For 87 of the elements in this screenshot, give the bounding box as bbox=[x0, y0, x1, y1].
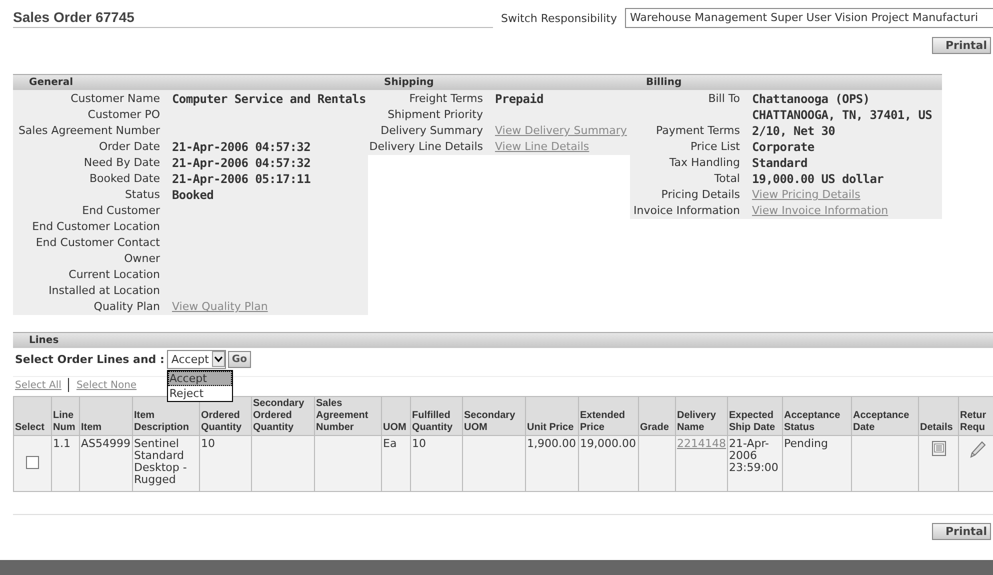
column-header: UOM bbox=[382, 396, 410, 436]
field-link[interactable]: View Invoice Information bbox=[752, 204, 888, 217]
field-label: Booked Date bbox=[89, 172, 160, 185]
section-header: Shipping bbox=[368, 74, 630, 90]
column-header: Unit Price bbox=[526, 396, 578, 436]
column-header: Details bbox=[918, 396, 958, 436]
field-label: Need By Date bbox=[84, 156, 160, 169]
field-label: Pricing Details bbox=[661, 188, 740, 201]
printable-button[interactable]: Printal bbox=[932, 37, 991, 54]
field-link[interactable]: View Line Details bbox=[495, 140, 590, 153]
field-label: Freight Terms bbox=[409, 92, 483, 105]
table-cell: 19,000.00 bbox=[580, 437, 636, 450]
go-button[interactable]: Go bbox=[228, 350, 251, 368]
page-title: Sales Order 67745 bbox=[13, 8, 134, 24]
field-label: Quality Plan bbox=[94, 300, 160, 313]
pencil-icon[interactable] bbox=[970, 441, 986, 458]
field-value: 2/10, Net 30 bbox=[752, 124, 836, 138]
field-label: Payment Terms bbox=[656, 124, 740, 137]
responsibility-field[interactable]: Warehouse Management Super User Vision Project Manufacturi bbox=[625, 8, 993, 28]
section-header: Lines bbox=[13, 332, 993, 348]
column-header: Line Num bbox=[52, 396, 80, 436]
column-header: Extended Price bbox=[578, 396, 638, 436]
table-cell: 1.1 bbox=[53, 437, 70, 450]
table-cell: 1,900.00 bbox=[527, 437, 576, 450]
field-value: Corporate bbox=[752, 140, 814, 154]
row-checkbox[interactable] bbox=[26, 456, 39, 468]
action-label: Select Order Lines and : bbox=[15, 352, 164, 366]
dropdown-option[interactable]: Accept bbox=[168, 370, 232, 386]
table-cell: Pending bbox=[784, 437, 828, 450]
field-value: 19,000.00 US dollar bbox=[752, 172, 884, 186]
field-value: 21-Apr-2006 05:17:11 bbox=[172, 172, 310, 186]
field-label: Current Location bbox=[68, 268, 160, 281]
select-all-link[interactable]: Select All bbox=[15, 380, 62, 390]
field-label: Tax Handling bbox=[669, 156, 740, 169]
column-header: Select bbox=[14, 396, 52, 436]
column-header: Acceptance Status bbox=[782, 396, 852, 436]
table-cell: AS54999 bbox=[81, 437, 130, 450]
column-header: Delivery Name bbox=[676, 396, 728, 436]
field-value: Prepaid bbox=[495, 92, 544, 106]
field-value: Standard bbox=[752, 156, 808, 170]
table-cell: Ea bbox=[383, 437, 397, 450]
field-label: End Customer Location bbox=[32, 220, 160, 233]
field-link[interactable]: View Delivery Summary bbox=[495, 124, 627, 137]
column-header: Secondary Ordered Quantity bbox=[252, 396, 314, 436]
field-label: Price List bbox=[690, 140, 740, 153]
field-value: Chattanooga (OPS) bbox=[752, 92, 870, 106]
column-header: Fulfilled Quantity bbox=[410, 396, 462, 436]
field-label: Invoice Information bbox=[634, 204, 740, 217]
column-header: Sales Agreement Number bbox=[314, 396, 382, 436]
field-label: Delivery Line Details bbox=[369, 140, 483, 153]
table-cell: Sentinel Standard Desktop - Rugged bbox=[134, 437, 187, 486]
field-value: Computer Service and Rentals bbox=[172, 92, 366, 106]
table-cell: 10 bbox=[201, 437, 215, 450]
field-label: End Customer Contact bbox=[36, 236, 160, 249]
field-label: Customer Name bbox=[70, 92, 160, 105]
field-link[interactable]: View Quality Plan bbox=[172, 300, 268, 313]
field-label: Total bbox=[714, 172, 740, 185]
column-header: Grade bbox=[638, 396, 676, 436]
field-label: Order Date bbox=[98, 140, 160, 153]
field-label: Status bbox=[124, 188, 160, 201]
action-dropdown[interactable]: Accept bbox=[167, 350, 226, 368]
table-cell: 21-Apr-2006 23:59:00 bbox=[729, 437, 778, 474]
section-header: Billing bbox=[630, 74, 942, 90]
field-value: CHATTANOOGA, TN, 37401, US bbox=[752, 108, 932, 122]
field-label: Sales Agreement Number bbox=[18, 124, 160, 137]
select-none-link[interactable]: Select None bbox=[76, 380, 137, 390]
column-header: Acceptance Date bbox=[852, 396, 918, 436]
field-label: Owner bbox=[124, 252, 160, 265]
field-value: Booked bbox=[172, 188, 214, 202]
section-header: General bbox=[13, 74, 368, 90]
column-header: Secondary UOM bbox=[462, 396, 526, 436]
switch-responsibility-label: Switch Responsibility bbox=[500, 12, 618, 24]
field-label: End Customer bbox=[82, 204, 160, 217]
field-value: 21-Apr-2006 04:57:32 bbox=[172, 140, 310, 154]
field-label: Shipment Priority bbox=[388, 108, 483, 121]
column-header: Expected Ship Date bbox=[728, 396, 782, 436]
field-link[interactable]: View Pricing Details bbox=[752, 188, 860, 201]
column-header: Retur Requ bbox=[958, 396, 993, 436]
table-cell: 10 bbox=[412, 437, 426, 450]
field-value: 21-Apr-2006 04:57:32 bbox=[172, 156, 310, 170]
printable-button[interactable]: Printal bbox=[932, 523, 991, 540]
column-header: Item bbox=[80, 396, 132, 436]
field-label: Delivery Summary bbox=[380, 124, 483, 137]
field-label: Bill To bbox=[708, 92, 740, 105]
field-label: Installed at Location bbox=[48, 284, 160, 297]
details-icon[interactable] bbox=[932, 441, 946, 456]
field-label: Customer PO bbox=[88, 108, 160, 121]
